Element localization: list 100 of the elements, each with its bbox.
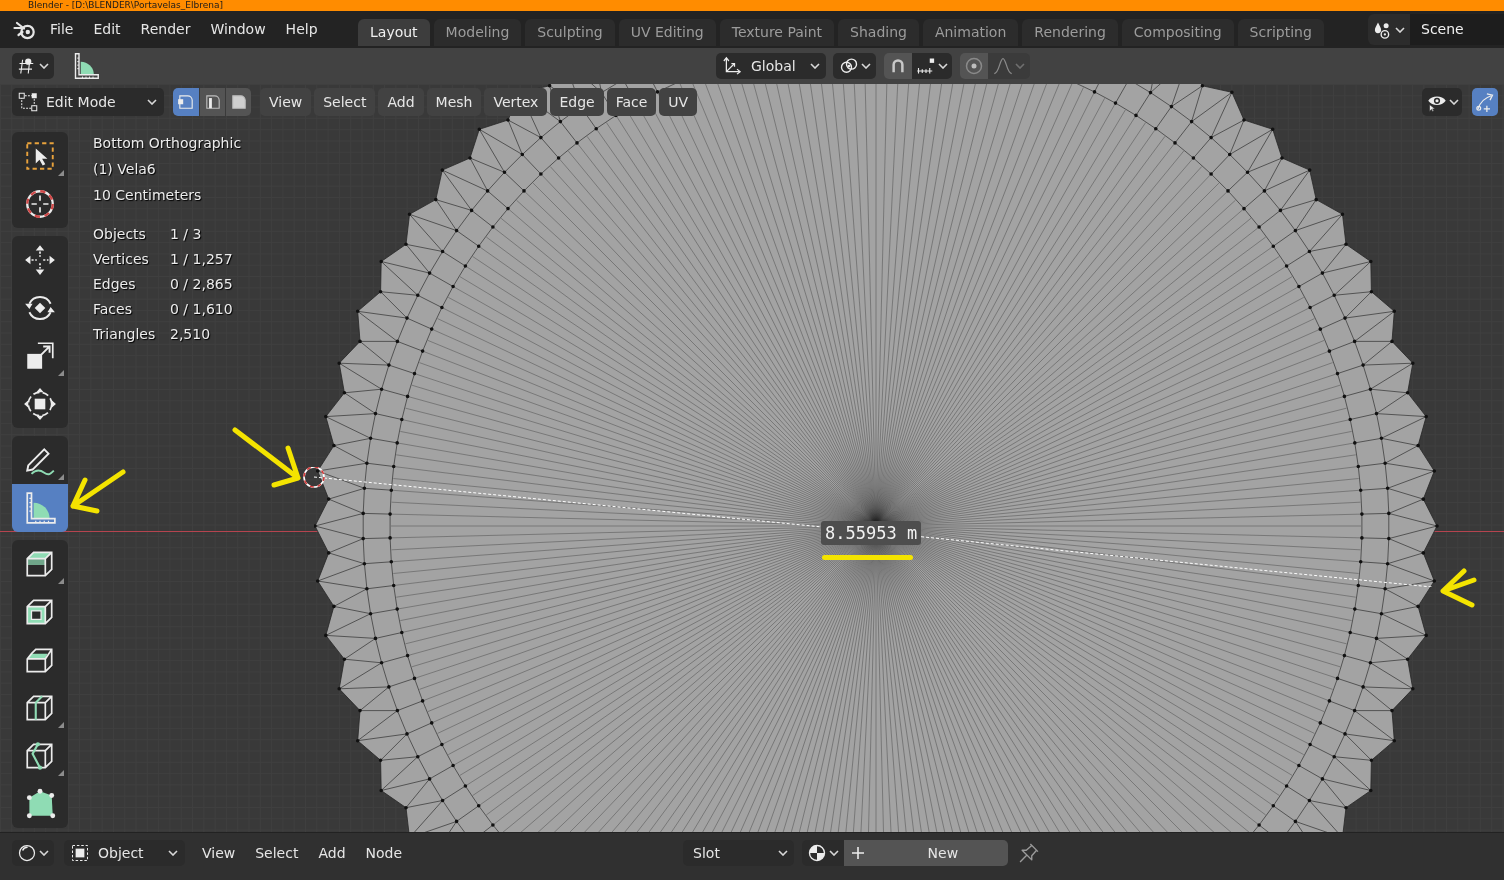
increment-ruler-icon — [916, 56, 936, 76]
grid-scale: 10 Centimeters — [93, 186, 203, 205]
workspace-tab[interactable]: Modeling — [433, 19, 522, 46]
workspace-tab[interactable]: Rendering — [1022, 19, 1118, 46]
chevron-down-icon — [1015, 63, 1025, 69]
chevron-down-icon — [810, 63, 820, 69]
workspace-tab[interactable]: UV Editing — [618, 19, 716, 46]
select-box-tool[interactable] — [12, 132, 68, 180]
scene-browse-dropdown[interactable] — [1368, 14, 1410, 45]
editor-menu[interactable]: Select — [245, 840, 309, 866]
viewport-menu[interactable]: View — [260, 88, 312, 116]
viewport[interactable]: 8.55953 m Edit Mode View Select Add Mesh Vertex Edge Face UV Bottom Orthographic (1) Vela6 10 Centimeters Objects 1 / 3 Vertices 1 / 1,257 Edges 0 / 2,865 Faces 0 / 1,610 Triangles 2,510 — [0, 84, 1504, 832]
chevron-down-icon — [168, 850, 178, 856]
workspace-tab[interactable]: Shading — [838, 19, 919, 46]
object-type-dropdown[interactable]: Object — [64, 840, 185, 866]
circle-dot-icon — [964, 56, 984, 76]
slot-dropdown[interactable]: Slot — [683, 840, 795, 866]
axes-icon — [722, 56, 742, 76]
orientation-dropdown[interactable]: Global — [716, 53, 826, 79]
annotation-arrow-icon — [69, 468, 127, 514]
vertex-select-icon — [177, 93, 195, 111]
menu-item[interactable]: File — [40, 16, 84, 43]
chevron-down-icon — [1448, 99, 1459, 105]
viewport-menu[interactable]: Edge — [550, 88, 604, 116]
edit-mode-icon — [18, 92, 38, 112]
sphere-icon — [17, 843, 37, 863]
workspace-tab[interactable]: Scripting — [1237, 19, 1324, 46]
material-sphere-icon — [807, 843, 828, 863]
chevron-down-icon — [778, 850, 789, 856]
stat-value: 1 / 3 — [170, 225, 203, 244]
bell-curve-icon — [993, 56, 1013, 76]
stat-label: Faces — [93, 300, 133, 319]
edge-select-button[interactable] — [199, 88, 225, 116]
workspace-tab[interactable]: Compositing — [1121, 19, 1234, 46]
chevron-down-icon — [39, 63, 49, 69]
stat-label: Objects — [93, 225, 147, 244]
face-select-icon — [229, 93, 248, 111]
stat-label: Edges — [93, 275, 137, 294]
workspace-tab[interactable]: Layout — [358, 19, 430, 46]
move-arrows-icon — [23, 243, 57, 277]
measure-reading: 8.55953 m — [821, 521, 922, 545]
menu-item[interactable]: Render — [130, 16, 201, 43]
chevron-down-icon — [829, 850, 840, 856]
workspace-tab[interactable]: Texture Paint — [719, 19, 835, 46]
chevron-down-icon — [147, 99, 157, 105]
transform-icon — [23, 387, 57, 421]
material-browse-dropdown[interactable] — [802, 840, 845, 866]
menu-item[interactable]: Edit — [83, 16, 131, 43]
poly-build-tool[interactable] — [12, 780, 68, 828]
mode-dropdown[interactable]: Edit Mode — [12, 88, 164, 116]
active-tool-dropdown[interactable] — [12, 53, 54, 79]
x-axis-line — [1434, 531, 1504, 532]
snap-target-dropdown[interactable] — [912, 53, 952, 79]
window-title: Blender - [D:\BLENDER\Portavelas_Elbrena] — [28, 0, 223, 11]
blender-logo-icon — [13, 19, 37, 40]
menu-item[interactable]: Window — [200, 16, 276, 43]
falloff-dropdown[interactable] — [988, 53, 1030, 79]
pin-icon — [1018, 842, 1041, 864]
editor-type-dropdown[interactable] — [12, 840, 54, 866]
scene-name-field[interactable]: Scene — [1410, 14, 1504, 45]
chevron-down-icon — [860, 63, 871, 69]
transform-tool[interactable] — [12, 380, 68, 428]
move-tool[interactable] — [12, 236, 68, 284]
gizmo-toggle[interactable] — [1472, 88, 1498, 116]
viewport-menu[interactable]: Mesh — [426, 88, 482, 116]
proportional-edit-toggle[interactable] — [960, 53, 988, 79]
annotate-tool[interactable] — [12, 436, 68, 484]
workspace-tab[interactable]: Sculpting — [525, 19, 615, 46]
overlays-dropdown[interactable] — [1422, 88, 1462, 116]
snap-toggle[interactable] — [884, 53, 912, 79]
object-name: (1) Vela6 — [93, 160, 157, 179]
editor-menu[interactable]: Add — [308, 840, 356, 866]
new-material-button[interactable]: New — [844, 840, 1009, 866]
menu-item[interactable]: Help — [275, 16, 328, 43]
vertex-select-button[interactable] — [173, 88, 199, 116]
viewport-menu[interactable]: Vertex — [484, 88, 548, 116]
viewport-menu[interactable]: Add — [378, 88, 424, 116]
viewport-menu[interactable]: UV — [659, 88, 698, 116]
stat-value: 1 / 1,257 — [170, 250, 234, 269]
workspace-tab[interactable]: Animation — [922, 19, 1019, 46]
annotation-arrow-icon — [1439, 567, 1477, 609]
pivot-dropdown[interactable] — [833, 53, 876, 79]
face-select-button[interactable] — [225, 88, 251, 116]
viewport-menu[interactable]: Select — [314, 88, 376, 116]
ruler-protractor-icon — [23, 491, 57, 525]
extrude-tool[interactable] — [12, 540, 68, 588]
edge-select-icon — [203, 93, 222, 111]
stat-value: 0 / 1,610 — [170, 300, 234, 319]
crosshair-circle-icon — [23, 187, 57, 221]
stat-label: Vertices — [93, 250, 150, 269]
stat-value: 2,510 — [170, 325, 212, 344]
viewport-menu[interactable]: Face — [606, 88, 657, 116]
chevron-down-icon — [1395, 26, 1405, 33]
view-name: Bottom Orthographic — [93, 134, 242, 153]
chevron-down-icon — [39, 850, 49, 856]
cursor-tool[interactable] — [12, 180, 68, 228]
object-square-icon — [70, 843, 90, 863]
plus-icon — [851, 846, 866, 860]
editor-menu[interactable]: Node — [355, 840, 413, 866]
editor-menu[interactable]: View — [192, 840, 246, 866]
